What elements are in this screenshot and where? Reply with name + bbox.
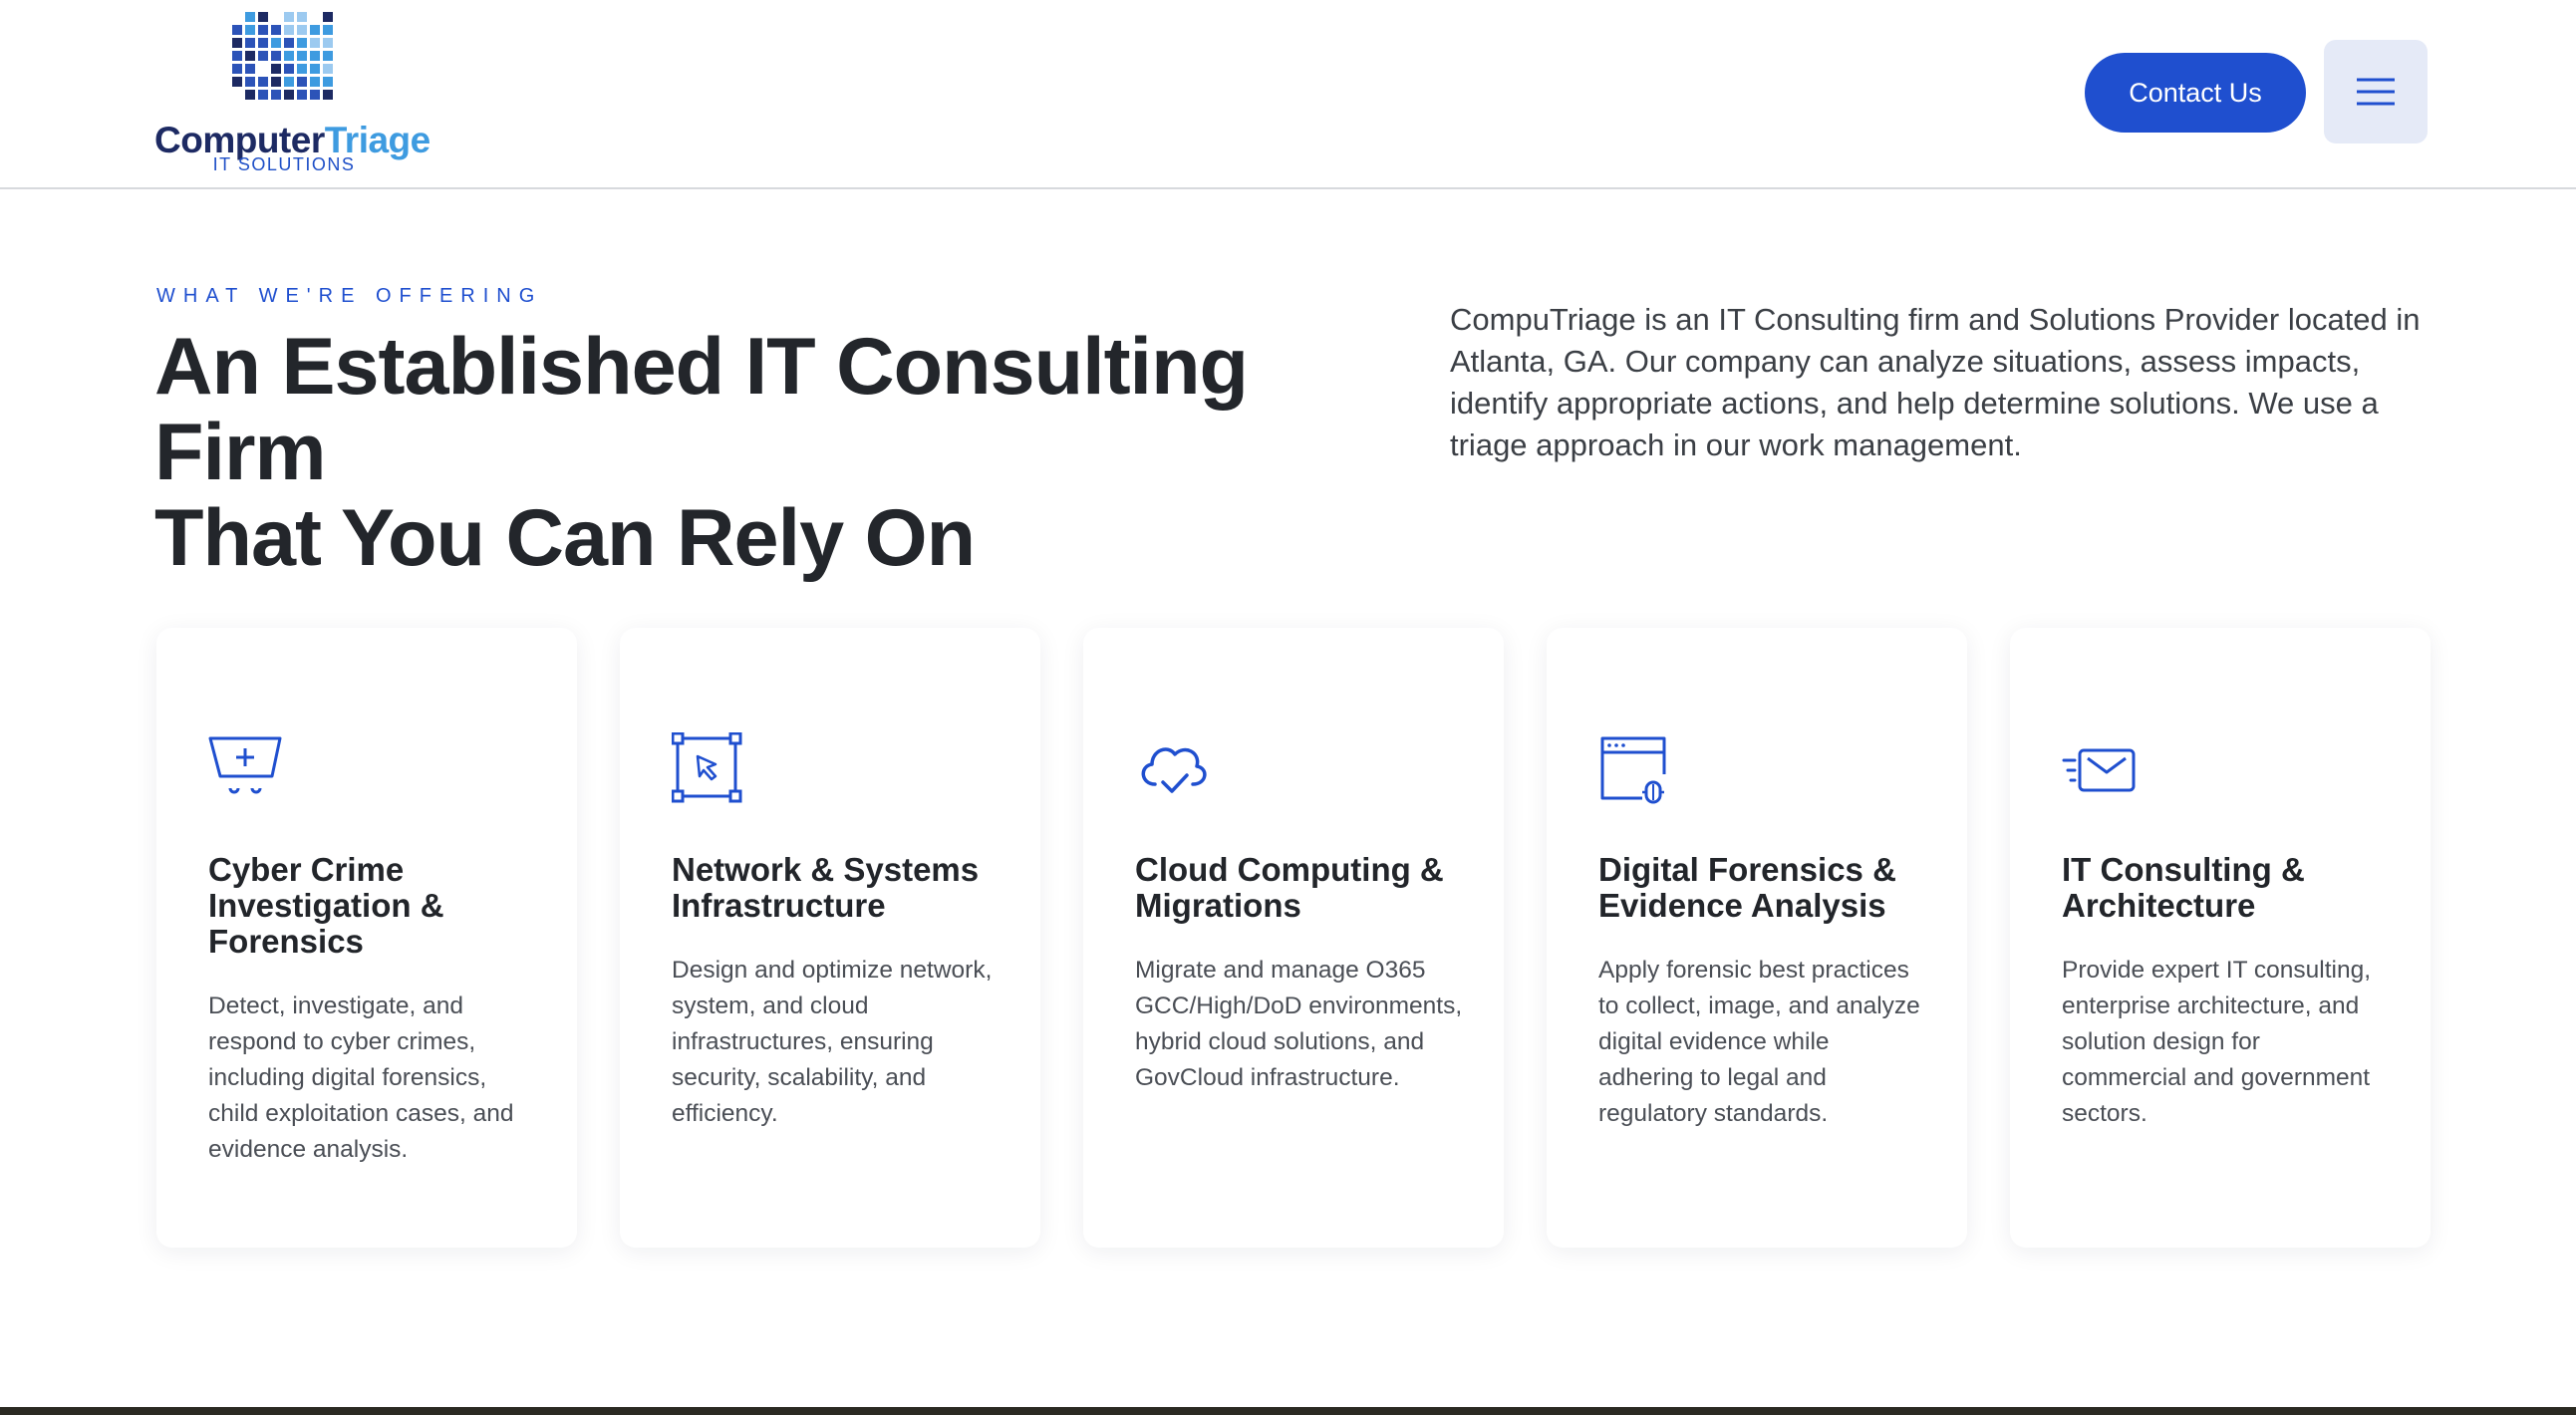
section-eyebrow: WHAT WE'RE OFFERING	[156, 285, 543, 307]
logo-mosaic-cell	[297, 25, 307, 35]
logo-mosaic-cell	[258, 12, 268, 22]
service-card[interactable]: Cloud Computing & Migrations Migrate and…	[1083, 628, 1504, 1248]
service-card[interactable]: Cyber Crime Investigation & Forensics De…	[156, 628, 577, 1248]
logo-mosaic-cell	[310, 90, 320, 100]
logo-mosaic-cell	[258, 38, 268, 48]
logo-mosaic-cell	[297, 12, 307, 22]
cloud-check-icon	[1141, 747, 1207, 793]
logo-mosaic-cell	[232, 51, 242, 61]
logo-mosaic-cell	[245, 25, 255, 35]
logo-mosaic-cell	[232, 38, 242, 48]
logo-mosaic-cell	[284, 90, 294, 100]
logo-mosaic-cell	[245, 38, 255, 48]
logo-mosaic-cell	[310, 38, 320, 48]
service-title: IT Consulting & Architecture	[2062, 851, 2305, 924]
logo-mosaic-cell	[284, 51, 294, 61]
intro-paragraph: CompuTriage is an IT Consulting firm and…	[1450, 302, 2421, 462]
service-title: Digital Forensics & Evidence Analysis	[1598, 851, 1896, 924]
logo-mosaic-cell	[271, 38, 281, 48]
logo-mosaic-cell	[271, 25, 281, 35]
service-description: Design and optimize network, system, and…	[672, 957, 993, 1127]
logo-mosaic-cell	[310, 25, 320, 35]
logo-mosaic-cell	[297, 38, 307, 48]
service-description: Provide expert IT consulting, enterprise…	[2062, 957, 2372, 1127]
menu-button[interactable]	[2324, 40, 2428, 143]
service-description: Detect, investigate, and respond to cybe…	[208, 992, 514, 1163]
logo-mosaic-cell	[245, 77, 255, 87]
logo-mosaic-cell	[245, 64, 255, 74]
service-card[interactable]: Digital Forensics & Evidence Analysis Ap…	[1547, 628, 1967, 1248]
logo-mosaic-cell	[297, 90, 307, 100]
logo-mosaic-cell	[258, 25, 268, 35]
logo-mosaic-cell	[323, 90, 333, 100]
logo-mosaic-cell	[323, 25, 333, 35]
service-title: Cyber Crime Investigation & Forensics	[208, 851, 444, 960]
logo-mosaic-cell	[284, 38, 294, 48]
logo-mosaic-cell	[232, 25, 242, 35]
service-description: Migrate and manage O365 GCC/High/DoD env…	[1135, 957, 1463, 1091]
service-card[interactable]: Network & Systems Infrastructure Design …	[620, 628, 1040, 1248]
page-bottom-edge	[0, 1407, 2576, 1415]
logo-mosaic-cell	[323, 64, 333, 74]
logo-mosaic-cell	[271, 90, 281, 100]
headline-line-2: That You Can Rely On	[154, 493, 976, 583]
shopping-cart-plus-icon	[208, 736, 282, 794]
cursor-select-icon	[672, 732, 742, 803]
service-title: Network & Systems Infrastructure	[672, 851, 980, 924]
section-headline: An Established IT Consulting Firm That Y…	[154, 324, 1400, 581]
logo-mosaic-cell	[297, 51, 307, 61]
service-description: Apply forensic best practices to collect…	[1598, 957, 1920, 1127]
logo-mosaic-cell	[310, 51, 320, 61]
logo-mosaic-cell	[258, 90, 268, 100]
logo-mosaic-cell	[323, 77, 333, 87]
logo-mosaic-cell	[245, 12, 255, 22]
logo-mosaic-cell	[232, 77, 242, 87]
hamburger-menu-icon	[2357, 78, 2395, 106]
logo-mosaic-cell	[323, 51, 333, 61]
logo-mosaic-cell	[310, 77, 320, 87]
logo-mosaic-cell	[271, 51, 281, 61]
contact-us-button[interactable]: Contact Us	[2085, 53, 2306, 133]
logo-mosaic-cell	[232, 64, 242, 74]
site-logo[interactable]: ComputerTriage IT SOLUTIONS	[154, 12, 430, 176]
logo-mosaic-cell	[245, 90, 255, 100]
logo-mosaic-cell	[258, 77, 268, 87]
logo-mosaic-cell	[271, 77, 281, 87]
fast-mail-icon	[2062, 748, 2136, 792]
logo-mosaic-cell	[323, 38, 333, 48]
logo-mosaic-cell	[284, 64, 294, 74]
logo-mosaic-cell	[297, 64, 307, 74]
site-header: ComputerTriage IT SOLUTIONS Contact Us	[0, 0, 2576, 189]
logo-tagline: IT SOLUTIONS	[212, 154, 356, 174]
logo-mosaic-cell	[284, 25, 294, 35]
logo-mosaic-cell	[297, 77, 307, 87]
logo-mosaic-cell	[310, 64, 320, 74]
logo-mosaic-cell	[323, 12, 333, 22]
service-title: Cloud Computing & Migrations	[1135, 851, 1444, 924]
browser-bug-icon	[1600, 736, 1666, 804]
service-card[interactable]: IT Consulting & Architecture Provide exp…	[2010, 628, 2431, 1248]
logo-mosaic-cell	[271, 64, 281, 74]
logo-mosaic-cell	[245, 51, 255, 61]
logo-mosaic-cell	[258, 51, 268, 61]
logo-mosaic-cell	[284, 77, 294, 87]
headline-line-1: An Established IT Consulting Firm	[154, 322, 1249, 497]
logo-mosaic-cell	[284, 12, 294, 22]
logo-mosaic-icon	[232, 12, 333, 100]
